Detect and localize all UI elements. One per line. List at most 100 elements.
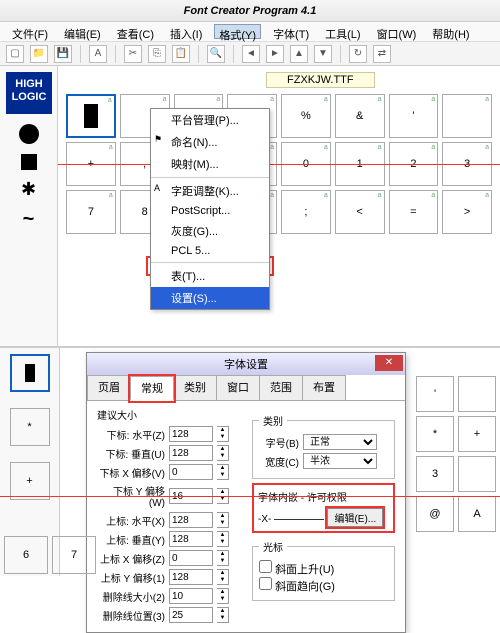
menu-item-platform[interactable]: 平台管理(P)... bbox=[151, 109, 269, 131]
glyph-cell[interactable]: >a bbox=[442, 190, 492, 234]
close-button[interactable]: ✕ bbox=[375, 355, 403, 371]
size-hint-label: 建议大小 bbox=[97, 407, 240, 422]
glyph-cell[interactable] bbox=[458, 456, 496, 492]
circle-icon bbox=[19, 124, 39, 144]
edit-button[interactable]: 编辑(E)... bbox=[327, 508, 383, 527]
menu-item-pcl[interactable]: PCL 5... bbox=[151, 242, 269, 260]
arrow-up-icon[interactable]: ▲ bbox=[290, 45, 308, 63]
arrow-down-icon[interactable]: ▼ bbox=[314, 45, 332, 63]
embed-permission-box: 字体内嵌 - 许可权限 -X- 编辑(E)... bbox=[252, 483, 395, 533]
cut-icon[interactable]: ✂ bbox=[124, 45, 142, 63]
annotation-line bbox=[58, 164, 500, 165]
glyph-cell[interactable]: 7a bbox=[66, 190, 116, 234]
class-select[interactable]: 正常 bbox=[303, 434, 377, 450]
sup-v-input[interactable] bbox=[169, 531, 213, 547]
glyph-cell[interactable]: a bbox=[66, 94, 116, 138]
menu-file[interactable]: 文件(F) bbox=[8, 24, 52, 39]
menu-bar: 文件(F) 编辑(E) 查看(C) 插入(I) 格式(Y) 字体(T) 工具(L… bbox=[0, 22, 500, 42]
tab-layout[interactable]: 布置 bbox=[302, 375, 346, 400]
test-icon[interactable]: A bbox=[89, 45, 107, 63]
square-icon bbox=[21, 154, 37, 170]
sidebar: HIGHLOGIC ✱ ~ bbox=[0, 66, 58, 346]
sub-v-input[interactable] bbox=[169, 445, 213, 461]
tab-header[interactable]: 页眉 bbox=[87, 375, 131, 400]
menu-edit[interactable]: 编辑(E) bbox=[60, 24, 105, 39]
glyph-cell[interactable]: ;a bbox=[281, 190, 331, 234]
menu-item-settings[interactable]: 设置(S)... bbox=[151, 287, 269, 309]
glyph-cell[interactable]: * bbox=[416, 416, 454, 452]
menu-item-map[interactable]: 映射(M)... bbox=[151, 153, 269, 175]
sub-h-input[interactable] bbox=[169, 426, 213, 442]
glyph-cell[interactable] bbox=[10, 354, 50, 392]
new-icon[interactable]: ▢ bbox=[6, 45, 24, 63]
arrow-left-icon[interactable]: ◄ bbox=[242, 45, 260, 63]
spinner[interactable]: ▲▼ bbox=[217, 445, 229, 461]
menu-insert[interactable]: 插入(I) bbox=[166, 24, 206, 39]
search-icon[interactable]: 🔍 bbox=[207, 45, 225, 63]
spinner[interactable]: ▲▼ bbox=[217, 550, 229, 566]
glyph-cell[interactable]: =a bbox=[389, 190, 439, 234]
tab-window[interactable]: 窗口 bbox=[216, 375, 260, 400]
spinner[interactable]: ▲▼ bbox=[217, 588, 229, 604]
paste-icon[interactable]: 📋 bbox=[172, 45, 190, 63]
glyph-cell[interactable]: <a bbox=[335, 190, 385, 234]
tilde-icon: ~ bbox=[23, 208, 35, 231]
spinner[interactable]: ▲▼ bbox=[217, 464, 229, 480]
sup-xoff-input[interactable] bbox=[169, 550, 213, 566]
sup-yoff-input[interactable] bbox=[169, 569, 213, 585]
sub-xoff-input[interactable] bbox=[169, 464, 213, 480]
menu-window[interactable]: 窗口(W) bbox=[373, 24, 421, 39]
flag1-checkbox[interactable] bbox=[259, 560, 272, 573]
glyph-cell[interactable]: 'a bbox=[389, 94, 439, 138]
menu-view[interactable]: 查看(C) bbox=[113, 24, 158, 39]
glyph-cell[interactable]: ' bbox=[416, 376, 454, 412]
spinner[interactable]: ▲▼ bbox=[217, 512, 229, 528]
glyph-cell[interactable]: 7 bbox=[52, 536, 96, 574]
glyph-cell[interactable]: + bbox=[458, 416, 496, 452]
glyph-cell[interactable] bbox=[458, 376, 496, 412]
arrow-right-icon[interactable]: ► bbox=[266, 45, 284, 63]
spinner[interactable]: ▲▼ bbox=[217, 531, 229, 547]
glyph-cell[interactable]: &a bbox=[335, 94, 385, 138]
open-icon[interactable]: 📁 bbox=[30, 45, 48, 63]
copy-icon[interactable]: ⎘ bbox=[148, 45, 166, 63]
menu-format[interactable]: 格式(Y) bbox=[214, 24, 261, 39]
dialog-titlebar[interactable]: 字体设置✕ bbox=[87, 353, 405, 375]
menu-item-postscript[interactable]: PostScript... bbox=[151, 202, 269, 220]
menu-help[interactable]: 帮助(H) bbox=[428, 24, 473, 39]
strike-pos-input[interactable] bbox=[169, 607, 213, 623]
font-settings-dialog: 字体设置✕ 页眉 常规 类别 窗口 范围 布置 建议大小 下标: 水平(Z)▲▼… bbox=[86, 352, 406, 633]
glyph-cell[interactable]: 6 bbox=[4, 536, 48, 574]
menu-tools[interactable]: 工具(L) bbox=[321, 24, 364, 39]
title-bar: Font Creator Program 4.1 bbox=[0, 0, 500, 22]
toolbar-main: ▢ 📁 💾 A ✂ ⎘ 📋 🔍 ◄ ► ▲ ▼ ↻ ⇄ bbox=[0, 42, 500, 66]
menu-item-kerning[interactable]: A字距调整(K)... bbox=[151, 180, 269, 202]
flip-icon[interactable]: ⇄ bbox=[373, 45, 391, 63]
tab-range[interactable]: 范围 bbox=[259, 375, 303, 400]
sup-h-input[interactable] bbox=[169, 512, 213, 528]
tab-general[interactable]: 常规 bbox=[130, 376, 174, 401]
menu-item-table[interactable]: 表(T)... bbox=[151, 265, 269, 287]
spinner[interactable]: ▲▼ bbox=[217, 607, 229, 623]
annotation-line bbox=[0, 496, 500, 497]
spinner[interactable]: ▲▼ bbox=[217, 569, 229, 585]
spinner[interactable]: ▲▼ bbox=[217, 426, 229, 442]
width-select[interactable]: 半浓 bbox=[303, 453, 377, 469]
flag2-checkbox[interactable] bbox=[259, 577, 272, 590]
save-icon[interactable]: 💾 bbox=[54, 45, 72, 63]
glyph-cell[interactable]: + bbox=[10, 462, 50, 500]
glyph-cell[interactable]: %a bbox=[281, 94, 331, 138]
tab-class[interactable]: 类别 bbox=[173, 375, 217, 400]
rotate-icon[interactable]: ↻ bbox=[349, 45, 367, 63]
glyph-cell[interactable]: * bbox=[10, 408, 50, 446]
glyph-cell[interactable]: @ bbox=[416, 496, 454, 532]
menu-item-name[interactable]: ⚑命名(N)... bbox=[151, 131, 269, 153]
strike-size-input[interactable] bbox=[169, 588, 213, 604]
star-icon: ✱ bbox=[21, 180, 36, 198]
menu-item-gray[interactable]: 灰度(G)... bbox=[151, 220, 269, 242]
glyph-cell[interactable]: a bbox=[442, 94, 492, 138]
logo: HIGHLOGIC bbox=[6, 72, 52, 114]
glyph-cell[interactable]: 3 bbox=[416, 456, 454, 492]
menu-font[interactable]: 字体(T) bbox=[269, 24, 313, 39]
glyph-cell[interactable]: A bbox=[458, 496, 496, 532]
